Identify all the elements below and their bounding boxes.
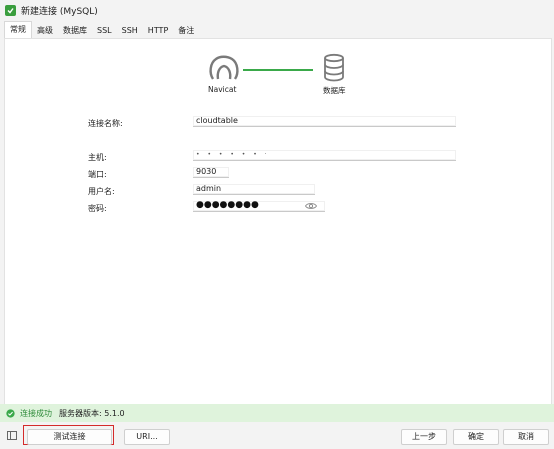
username-label: 用户名: [88,187,115,196]
connection-status: 连接成功 [20,408,52,418]
eye-icon[interactable] [305,202,317,210]
cancel-button[interactable]: 取消 [503,429,549,445]
host-input[interactable]: • • • • • • · [193,150,456,161]
status-bar: 连接成功 服务器版本: 5.1.0 [0,404,554,422]
sidebar-toggle-icon[interactable] [7,431,17,440]
tab-http[interactable]: HTTP [143,24,173,38]
database-caption: 数据库 [323,86,346,95]
uri-button[interactable]: URI... [124,429,170,445]
username-input[interactable]: admin [193,184,315,195]
tab-bar: 常规 高级 数据库 SSL SSH HTTP 备注 [4,21,199,38]
connection-graphic: Navicat 数据库 [5,39,551,99]
title-bar: 新建连接 (MySQL) [0,0,554,20]
navicat-caption: Navicat [208,85,237,94]
ok-button[interactable]: 确定 [453,429,499,445]
navicat-logo-icon [209,55,239,80]
navicat-app-icon [5,4,16,16]
dialog-footer: 测试连接 URI... 上一步 确定 取消 [0,422,554,449]
tab-advanced[interactable]: 高级 [32,24,58,38]
test-connection-button[interactable]: 测试连接 [27,429,112,445]
tab-general[interactable]: 常规 [4,21,32,38]
port-input[interactable]: 9030 [193,167,229,178]
tab-notes[interactable]: 备注 [173,24,199,38]
window-title: 新建连接 (MySQL) [21,6,98,17]
check-circle-icon [6,408,15,418]
previous-button[interactable]: 上一步 [401,429,447,445]
general-panel: Navicat 数据库 连接名称: cloudtable 主机: • • • •… [4,38,552,406]
database-icon [324,53,344,82]
tab-databases[interactable]: 数据库 [58,24,92,38]
host-label: 主机: [88,153,107,162]
tab-ssh[interactable]: SSH [117,24,143,38]
port-label: 端口: [88,170,107,179]
password-label: 密码: [88,204,107,213]
connector-line [243,69,313,71]
connection-name-label: 连接名称: [88,119,123,128]
server-version: 服务器版本: 5.1.0 [59,408,125,418]
connection-name-input[interactable]: cloudtable [193,116,456,127]
tab-ssl[interactable]: SSL [92,24,117,38]
